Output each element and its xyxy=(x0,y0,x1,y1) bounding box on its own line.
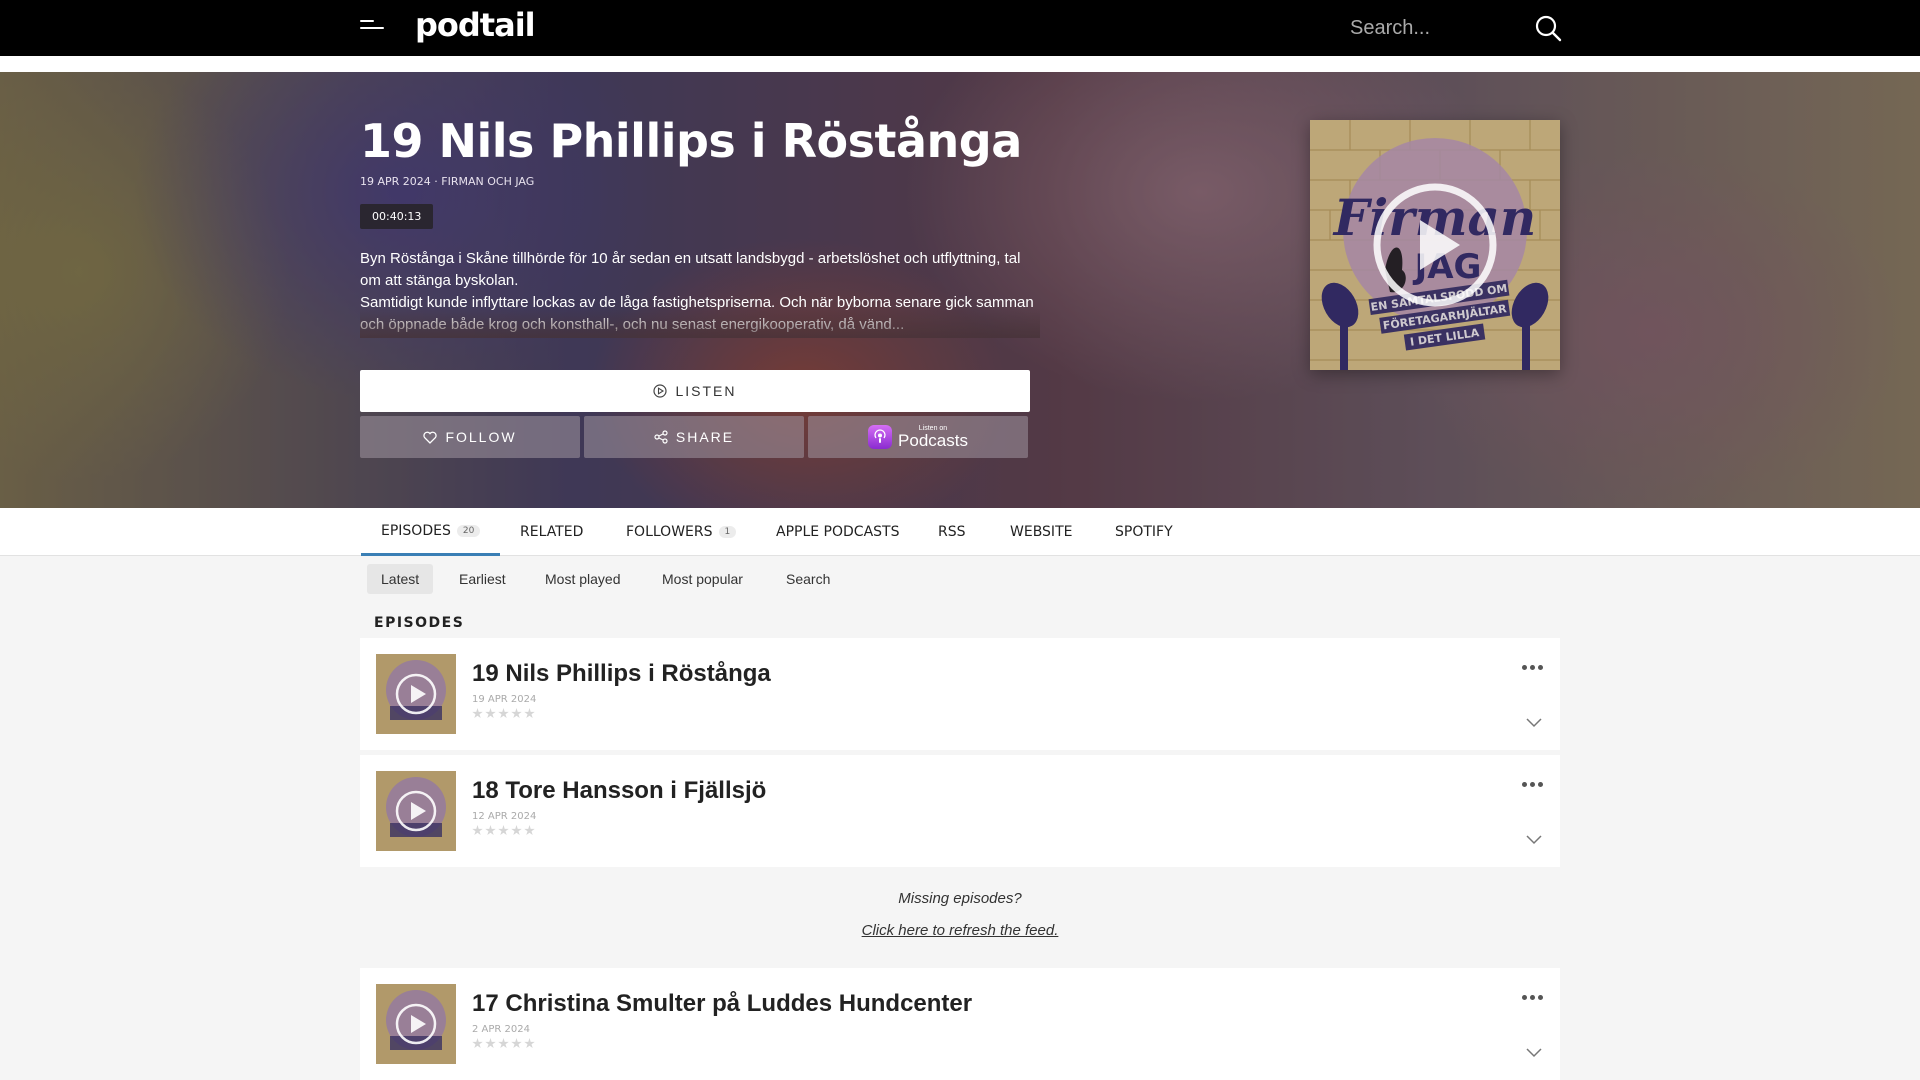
star-icon xyxy=(498,708,509,719)
play-circle-icon xyxy=(653,384,668,398)
more-options-icon[interactable] xyxy=(1522,662,1546,672)
tab-followers[interactable]: FOLLOWERS 1 xyxy=(606,508,756,556)
chevron-down-icon[interactable] xyxy=(1526,718,1542,728)
tab-apple-podcasts[interactable]: APPLE PODCASTS xyxy=(756,508,919,556)
tab-episodes-count: 20 xyxy=(456,524,481,537)
share-icon xyxy=(654,430,668,444)
star-icon xyxy=(524,708,535,719)
share-button[interactable]: SHARE xyxy=(584,416,804,458)
apple-podcasts-button[interactable]: Listen on Podcasts xyxy=(808,416,1028,458)
apple-podcasts-badge: Listen on Podcasts xyxy=(868,425,968,449)
tab-spotify[interactable]: SPOTIFY xyxy=(1095,508,1193,556)
episode-thumbnail[interactable] xyxy=(376,984,456,1064)
tab-related-label: RELATED xyxy=(520,524,584,540)
apple-podcasts-icon xyxy=(868,425,893,449)
apple-podcasts-text: Listen on Podcasts xyxy=(898,425,968,449)
top-nav-bar: podtail xyxy=(0,0,1920,56)
chevron-down-icon[interactable] xyxy=(1526,1048,1542,1058)
episode-thumbnail[interactable] xyxy=(376,771,456,851)
tab-apple-podcasts-label: APPLE PODCASTS xyxy=(776,524,900,540)
search-icon[interactable] xyxy=(1534,14,1562,42)
tab-website[interactable]: WEBSITE xyxy=(990,508,1092,556)
tab-episodes[interactable]: EPISODES 20 xyxy=(361,508,501,556)
star-icon xyxy=(485,825,496,836)
star-icon xyxy=(524,1038,535,1049)
follow-button[interactable]: FOLLOW xyxy=(360,416,580,458)
star-icon xyxy=(511,1038,522,1049)
hamburger-menu-icon[interactable] xyxy=(360,20,384,36)
share-label: SHARE xyxy=(675,429,735,445)
filter-most-played[interactable]: Most played xyxy=(531,564,634,594)
tab-bar: EPISODES 20 RELATED FOLLOWERS 1 APPLE PO… xyxy=(0,508,1920,556)
filter-earliest[interactable]: Earliest xyxy=(445,564,520,594)
rating-stars[interactable] xyxy=(472,1038,535,1049)
episode-title-link[interactable]: 19 Nils Phillips i Röstånga xyxy=(472,660,771,688)
description-fade xyxy=(360,308,1040,338)
chevron-down-icon[interactable] xyxy=(1526,835,1542,845)
episode-card[interactable]: 19 Nils Phillips i Röstånga 19 APR 2024 xyxy=(360,638,1560,750)
tab-followers-count: 1 xyxy=(718,526,737,538)
search-input[interactable] xyxy=(1350,10,1510,46)
rating-stars[interactable] xyxy=(472,708,535,719)
podcast-cover-art[interactable]: Firman JAG EN SAMTALSPODD OM FÖRETAGARHJ… xyxy=(1310,120,1560,370)
star-icon xyxy=(472,1038,483,1049)
episode-title: 19 Nils Phillips i Röstånga xyxy=(360,114,1022,168)
star-icon xyxy=(485,708,496,719)
episode-card[interactable]: 17 Christina Smulter på Luddes Hundcente… xyxy=(360,968,1560,1080)
apple-big-label: Podcasts xyxy=(898,431,968,450)
rating-stars[interactable] xyxy=(472,825,535,836)
refresh-feed-link[interactable]: Click here to refresh the feed. xyxy=(360,922,1560,939)
episode-card[interactable]: 18 Tore Hansson i Fjällsjö 12 APR 2024 xyxy=(360,755,1560,867)
episode-title-link[interactable]: 18 Tore Hansson i Fjällsjö xyxy=(472,777,766,805)
episode-meta: 19 APR 2024 · FIRMAN OCH JAG xyxy=(360,175,535,188)
tab-rss[interactable]: RSS xyxy=(918,508,986,556)
star-icon xyxy=(511,708,522,719)
star-icon xyxy=(524,825,535,836)
listen-label: LISTEN xyxy=(675,383,737,399)
episode-date: 2 APR 2024 xyxy=(472,1024,530,1035)
star-icon xyxy=(498,1038,509,1049)
cover-artwork: Firman JAG EN SAMTALSPODD OM FÖRETAGARHJ… xyxy=(1310,120,1560,370)
episode-date: 12 APR 2024 xyxy=(472,811,537,822)
podtail-logo[interactable]: podtail xyxy=(415,6,536,44)
tab-followers-label: FOLLOWERS xyxy=(626,524,713,540)
filter-most-popular[interactable]: Most popular xyxy=(648,564,757,594)
filter-search[interactable]: Search xyxy=(772,564,844,594)
header-spacer xyxy=(0,56,1920,72)
tab-episodes-label: EPISODES xyxy=(381,522,451,539)
episodes-section-label: EPISODES xyxy=(374,615,465,631)
tab-spotify-label: SPOTIFY xyxy=(1115,524,1173,540)
star-icon xyxy=(485,1038,496,1049)
description-paragraph-1: Byn Röstånga i Skåne tillhörde för 10 år… xyxy=(360,250,1021,289)
follow-label: FOLLOW xyxy=(445,429,517,445)
episode-date: 19 APR 2024 xyxy=(472,694,537,705)
listen-button[interactable]: LISTEN xyxy=(360,370,1030,412)
star-icon xyxy=(472,825,483,836)
tab-website-label: WEBSITE xyxy=(1010,524,1073,540)
star-icon xyxy=(498,825,509,836)
filter-latest[interactable]: Latest xyxy=(367,564,434,594)
more-options-icon[interactable] xyxy=(1522,992,1546,1002)
more-options-icon[interactable] xyxy=(1522,779,1546,789)
tab-rss-label: RSS xyxy=(938,524,966,540)
episode-duration-badge: 00:40:13 xyxy=(360,204,434,229)
episode-hero: 19 Nils Phillips i Röstånga 19 APR 2024 … xyxy=(0,72,1920,508)
missing-episodes-text: Missing episodes? xyxy=(898,890,1022,907)
episode-title-link[interactable]: 17 Christina Smulter på Luddes Hundcente… xyxy=(472,990,972,1018)
tab-related[interactable]: RELATED xyxy=(500,508,603,556)
heart-icon xyxy=(423,431,438,444)
star-icon xyxy=(472,708,483,719)
star-icon xyxy=(511,825,522,836)
episode-thumbnail[interactable] xyxy=(376,654,456,734)
